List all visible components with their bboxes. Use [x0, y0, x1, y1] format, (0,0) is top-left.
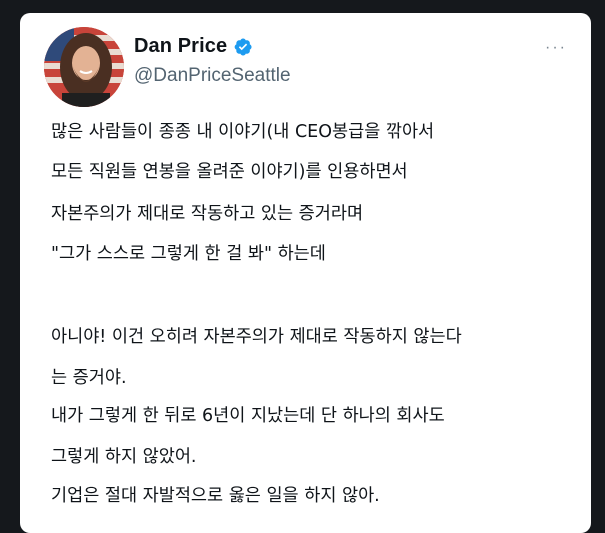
- tweet-card[interactable]: Dan Price @DanPriceSeattle ··· 많은 사람들이 종…: [20, 13, 591, 533]
- tweet-line: "그가 스스로 그렇게 한 걸 봐" 하는데: [51, 244, 326, 264]
- tweet-line: 자본주의가 제대로 작동하고 있는 증거라며: [51, 204, 364, 224]
- avatar[interactable]: [44, 27, 124, 107]
- tweet-line: 내가 그렇게 한 뒤로 6년이 지났는데 단 하나의 회사도: [51, 406, 445, 426]
- tweet-line: 기업은 절대 자발적으로 옳은 일을 하지 않아.: [51, 486, 380, 506]
- tweet-line: 그렇게 하지 않았어.: [51, 447, 197, 467]
- tweet-line: 는 증거야.: [51, 368, 127, 388]
- author-handle[interactable]: @DanPriceSeattle: [134, 65, 291, 87]
- more-options-icon[interactable]: ···: [545, 39, 567, 57]
- tweet-line: 많은 사람들이 종종 내 이야기(내 CEO봉급을 깎아서: [51, 122, 435, 142]
- tweet-line: 모든 직원들 연봉을 올려준 이야기)를 인용하면서: [51, 162, 408, 182]
- dark-backdrop: Dan Price @DanPriceSeattle ··· 많은 사람들이 종…: [0, 0, 605, 533]
- tweet-line: 아니야! 이건 오히려 자본주의가 제대로 작동하지 않는다: [51, 327, 462, 347]
- author-display-name[interactable]: Dan Price: [134, 35, 227, 58]
- verified-badge-icon: [233, 37, 253, 57]
- author-name-row: Dan Price: [134, 35, 253, 58]
